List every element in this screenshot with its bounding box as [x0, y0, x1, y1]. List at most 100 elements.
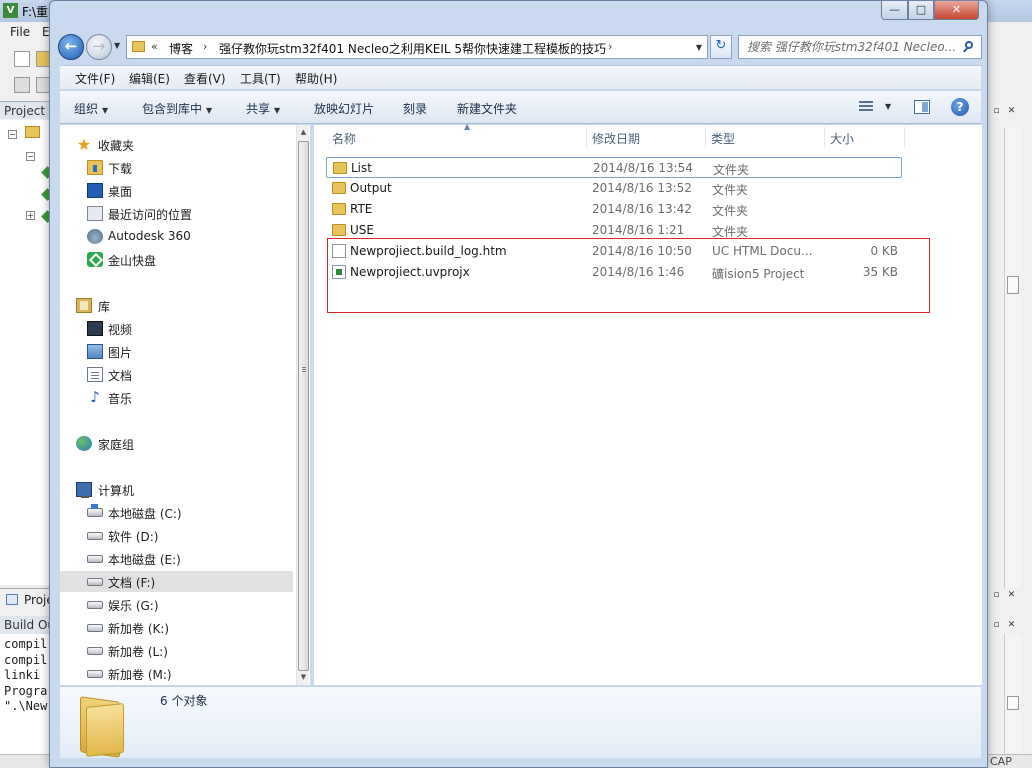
nav-computer[interactable]: 计算机 [60, 479, 293, 500]
keil-project-panel-header: Project [0, 101, 52, 119]
panel-close-icon[interactable]: ✕ [1006, 620, 1017, 631]
file-row-use[interactable]: USE 2014/8/16 1:21 文件夹 [326, 220, 902, 241]
column-divider[interactable] [904, 127, 905, 147]
nav-item-drive-f[interactable]: 文档 (F:) [60, 571, 293, 592]
preview-pane-icon[interactable] [914, 100, 930, 114]
build-output-scrollbar[interactable] [1004, 634, 1021, 754]
address-dropdown-icon[interactable]: ▼ [696, 43, 702, 52]
share-button[interactable]: 共享 ▼ [246, 100, 280, 117]
refresh-button[interactable]: ↻ [710, 35, 732, 59]
scroll-down-icon[interactable]: ▼ [297, 671, 310, 684]
recent-pages-dropdown-icon[interactable]: ▼ [114, 41, 120, 50]
nav-item-autodesk-360[interactable]: Autodesk 360 [60, 226, 293, 247]
panel-pin-icon[interactable]: ▫ [991, 106, 1002, 117]
kuaipan-icon [87, 252, 103, 267]
file-row-output[interactable]: Output 2014/8/16 13:52 文件夹 [326, 178, 902, 199]
organize-button[interactable]: 组织 ▼ [74, 100, 108, 117]
menu-edit[interactable]: 编辑(E) [129, 70, 170, 87]
search-box[interactable] [738, 35, 982, 59]
panel-close-icon[interactable]: ✕ [1006, 590, 1017, 601]
column-header-date[interactable]: 修改日期 [586, 125, 705, 149]
nav-item-drive-d[interactable]: 软件 (D:) [60, 525, 293, 546]
include-in-library-button[interactable]: 包含到库中 ▼ [142, 100, 212, 117]
scroll-up-icon[interactable]: ▲ [297, 126, 310, 139]
nav-item-drive-e[interactable]: 本地磁盘 (E:) [60, 548, 293, 569]
nav-item-recent-places[interactable]: 最近访问的位置 [60, 203, 293, 224]
breadcrumb-blog[interactable]: 博客 [169, 40, 193, 57]
breadcrumb-separator-icon[interactable]: › [608, 40, 612, 53]
help-icon[interactable]: ? [951, 98, 969, 116]
panel-close-icon[interactable]: ✕ [1006, 106, 1017, 117]
menu-help[interactable]: 帮助(H) [295, 70, 337, 87]
library-icon [76, 298, 92, 313]
recent-places-icon [87, 206, 103, 221]
nav-item-drive-k[interactable]: 新加卷 (K:) [60, 617, 293, 638]
breadcrumb-separator-icon[interactable]: › [203, 40, 207, 53]
build-output-line: linki [4, 668, 41, 682]
menu-file[interactable]: 文件(F) [75, 70, 115, 87]
slideshow-button[interactable]: 放映幻灯片 [314, 100, 374, 117]
menu-tools[interactable]: 工具(T) [240, 70, 281, 87]
nav-item-downloads[interactable]: 下载 [60, 157, 293, 178]
nav-item-kingsoft-kuaipan[interactable]: 金山快盘 [60, 249, 293, 270]
panel-pin-icon[interactable]: ▫ [991, 620, 1002, 631]
breadcrumb-current-folder[interactable]: 强仔教你玩stm32f401 Necleo之利用KEIL 5帮你快速建工程模板的… [219, 40, 606, 57]
menu-view[interactable]: 查看(V) [184, 70, 226, 87]
new-file-icon[interactable] [14, 51, 30, 67]
nav-item-pictures[interactable]: 图片 [60, 341, 293, 362]
nav-item-drive-g[interactable]: 娱乐 (G:) [60, 594, 293, 615]
file-row-build-log[interactable]: Newprojiect.build_log.htm 2014/8/16 10:5… [326, 241, 902, 262]
search-input[interactable] [739, 36, 955, 58]
window-caption-buttons: — □ ✕ [881, 1, 979, 21]
tree-collapse-icon[interactable]: − [8, 130, 17, 139]
scrollbar-thumb[interactable] [298, 141, 309, 671]
address-row: ← → ▼ « 博客 › 强仔教你玩stm32f401 Necleo之利用KEI… [50, 31, 987, 63]
nav-favorites[interactable]: ★ 收藏夹 [60, 134, 293, 155]
file-row-uvprojx[interactable]: Newprojiect.uvprojx 2014/8/16 1:46 礦isio… [326, 262, 902, 283]
folder-icon [332, 203, 346, 215]
nav-item-desktop[interactable]: 桌面 [60, 180, 293, 201]
new-folder-button[interactable]: 新建文件夹 [457, 100, 517, 117]
tree-expand-icon[interactable]: + [26, 211, 35, 220]
nav-item-videos[interactable]: 视频 [60, 318, 293, 339]
burn-button[interactable]: 刻录 [403, 100, 427, 117]
nav-item-documents[interactable]: 文档 [60, 364, 293, 385]
search-icon[interactable] [963, 41, 975, 53]
folder-icon [333, 162, 347, 174]
minimize-button[interactable]: — [881, 1, 908, 20]
close-button[interactable]: ✕ [934, 1, 979, 20]
nav-libraries[interactable]: 库 [60, 295, 293, 316]
editor-scrollbar[interactable] [1004, 128, 1021, 588]
address-overflow-chevron[interactable]: « [151, 40, 158, 53]
view-options-dropdown-icon[interactable]: ▼ [885, 102, 891, 111]
address-bar[interactable]: « 博客 › 强仔教你玩stm32f401 Necleo之利用KEIL 5帮你快… [126, 35, 708, 59]
music-library-icon: ♪ [90, 388, 100, 406]
hard-drive-icon [87, 670, 103, 678]
column-header-type[interactable]: 类型 [705, 125, 824, 149]
panel-pin-icon[interactable]: ▫ [991, 590, 1002, 601]
refresh-icon: ↻ [715, 38, 727, 53]
tree-collapse-icon[interactable]: − [26, 152, 35, 161]
keil-menu-file[interactable]: File [10, 25, 30, 39]
nav-item-drive-l[interactable]: 新加卷 (L:) [60, 640, 293, 661]
navigation-scrollbar[interactable]: ▲ ▼ [296, 125, 309, 685]
column-header-name[interactable]: 名称 ▲ [326, 122, 586, 149]
nav-item-drive-c[interactable]: 本地磁盘 (C:) [60, 502, 293, 523]
hard-drive-icon [87, 601, 103, 609]
scrollbar-thumb[interactable] [1007, 276, 1019, 294]
maximize-button[interactable]: □ [908, 1, 934, 20]
nav-item-drive-m[interactable]: 新加卷 (M:) [60, 663, 293, 684]
project-tab-icon [6, 594, 18, 605]
keil-logo-icon: V [3, 3, 18, 18]
item-count: 6 个对象 [160, 694, 208, 708]
file-row-rte[interactable]: RTE 2014/8/16 13:42 文件夹 [326, 199, 902, 220]
file-row-list[interactable]: List 2014/8/16 13:54 文件夹 [326, 157, 902, 178]
back-button[interactable]: ← [58, 34, 84, 60]
scrollbar-thumb[interactable] [1007, 696, 1019, 710]
column-header-size[interactable]: 大小 [824, 125, 904, 149]
nav-item-music[interactable]: ♪ 音乐 [60, 387, 293, 408]
nav-homegroup[interactable]: 家庭组 [60, 433, 293, 454]
view-mode-icon[interactable] [859, 100, 875, 114]
build-icon[interactable] [14, 77, 30, 93]
forward-button[interactable]: → [86, 34, 112, 60]
